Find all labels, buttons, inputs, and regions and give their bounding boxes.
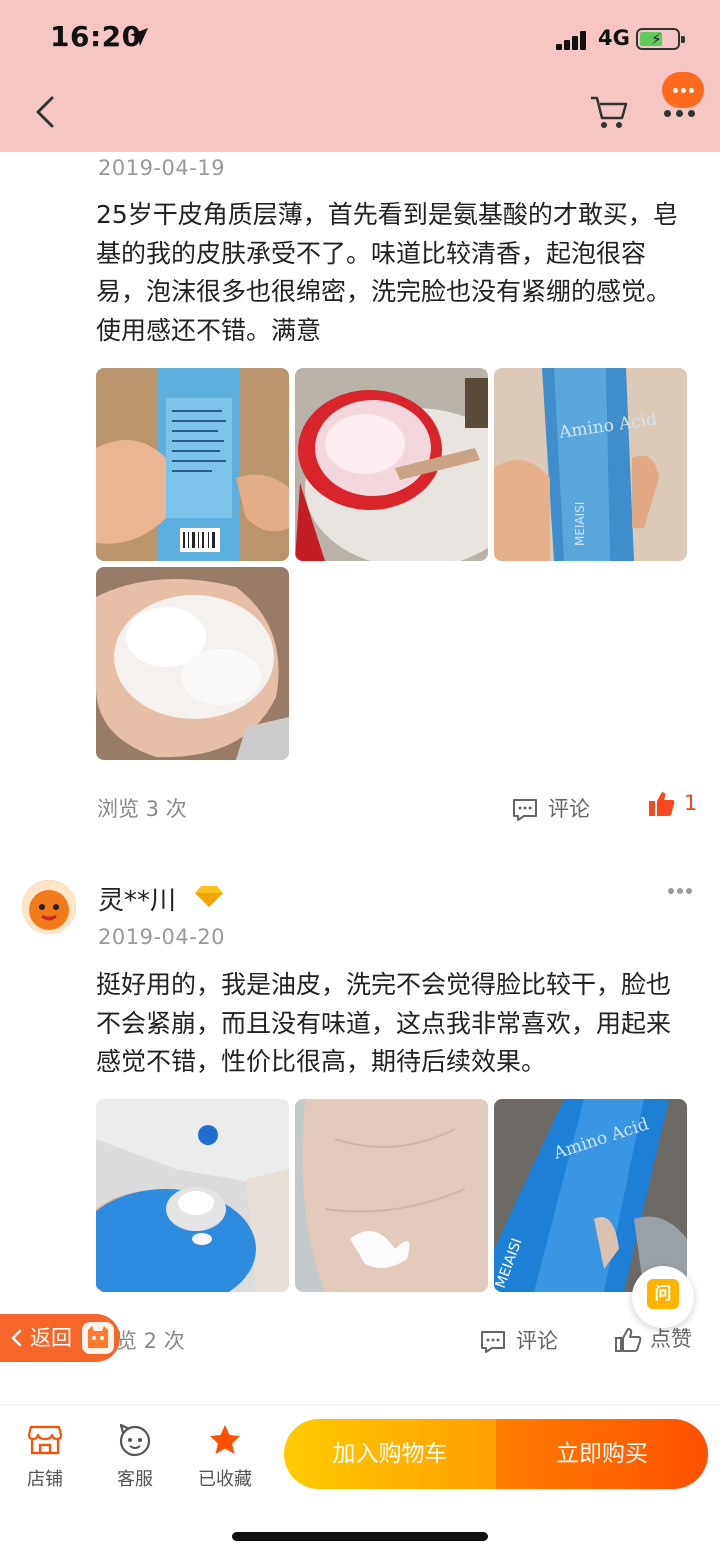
cart-icon[interactable] [588,94,630,130]
tab-favorite-label: 已收藏 [198,1469,252,1490]
mascot-icon [82,1322,114,1354]
floating-back-label: 返回 [30,1326,72,1350]
tab-store[interactable]: 店铺 [10,1423,80,1491]
purchase-buttons: 加入购物车 立即购买 [284,1419,708,1489]
store-icon [27,1425,63,1455]
comment-button[interactable]: 评论 [480,1325,558,1355]
tab-service[interactable]: 客服 [100,1423,170,1491]
floating-back-button[interactable]: 返回 [0,1314,120,1362]
review-photo[interactable] [96,368,289,561]
like-count: 1 [684,791,698,815]
ask-question-button[interactable]: 问 [632,1266,694,1328]
chevron-left-icon [11,1329,22,1347]
add-to-cart-button[interactable]: 加入购物车 [284,1419,496,1489]
diamond-vip-icon [195,886,223,907]
like-button[interactable]: 1 [648,791,697,817]
review-photo[interactable] [96,567,289,760]
tab-service-label: 客服 [117,1469,153,1490]
comment-label: 评论 [516,1329,558,1353]
comment-button[interactable]: 评论 [512,793,590,823]
like-label: 点赞 [650,1327,692,1351]
tab-store-label: 店铺 [27,1469,63,1490]
customer-service-icon [119,1423,151,1457]
buy-now-button[interactable]: 立即购买 [496,1419,708,1489]
review-date: 2019-04-20 [98,925,226,949]
like-button[interactable]: 点赞 [614,1323,692,1353]
comment-icon [481,1331,505,1353]
nav-bar [0,72,720,152]
battery-icon: ⚡ [636,28,685,50]
review-text: 25岁干皮角质层薄，首先看到是氨基酸的才敢买，皂基的我的皮肤承受不了。味道比较清… [96,200,678,345]
status-bar: 16:20 4G ⚡ [0,0,720,80]
review-photo[interactable]: Amino Acid MEIAISI [494,368,687,561]
network-label: 4G [598,26,630,50]
post-more-icon[interactable] [668,888,694,896]
view-count: 览 2 次 [116,1329,185,1353]
svg-text:MEIAISI: MEIAISI [573,502,587,546]
message-badge-icon[interactable] [662,72,704,108]
review-date: 2019-04-19 [98,156,226,180]
review-photo[interactable] [295,368,488,561]
avatar[interactable] [22,880,76,934]
thumbs-up-outline-icon [615,1328,642,1352]
comment-label: 评论 [548,797,590,821]
username[interactable]: 灵**川 [98,880,176,917]
home-indicator[interactable] [232,1532,488,1541]
review-text: 挺好用的，我是油皮，洗完不会觉得脸比较干，脸也不会紧崩，而且没有味道，这点我非常… [96,970,672,1076]
tab-favorite[interactable]: 已收藏 [190,1423,260,1491]
back-arrow-icon[interactable] [28,92,68,132]
thumbs-up-filled-icon [649,792,675,816]
star-filled-icon [210,1425,240,1454]
review-photo[interactable] [96,1099,289,1292]
review-photo[interactable]: Amino Acid MEIAISI [494,1099,687,1292]
signal-icon [556,30,590,50]
location-arrow-icon [130,28,148,46]
review-photo[interactable] [295,1099,488,1292]
ask-label: 问 [647,1279,679,1309]
comment-icon [513,799,537,821]
view-count: 浏览 3 次 [97,797,187,821]
